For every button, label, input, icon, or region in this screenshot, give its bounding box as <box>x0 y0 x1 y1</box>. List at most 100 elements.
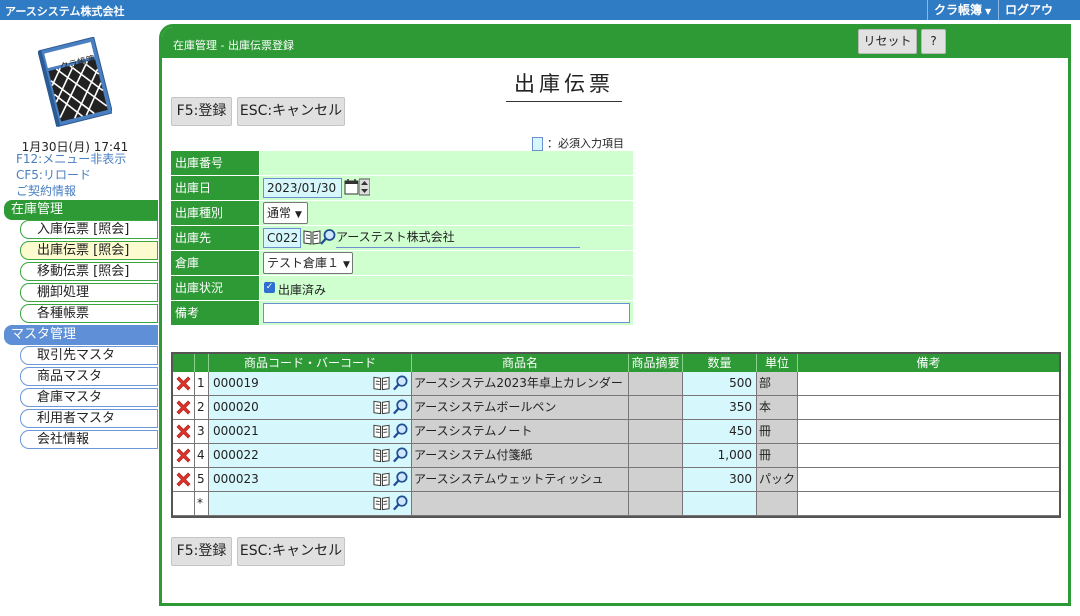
unit-cell: パック <box>757 468 798 492</box>
quantity-cell[interactable]: 450 <box>683 420 757 444</box>
nav-user-master[interactable]: 利用者マスタ <box>20 409 158 428</box>
cancel-button-bottom[interactable]: ESC:キャンセル <box>237 537 345 566</box>
book-lookup-icon[interactable] <box>373 398 390 416</box>
warehouse-label: 倉庫 <box>171 251 259 275</box>
product-name-cell: アースシステムウェットティッシュ <box>412 468 629 492</box>
delete-row-icon[interactable] <box>175 471 192 488</box>
note-label: 備考 <box>171 301 259 325</box>
warehouse-select[interactable]: テスト倉庫１ ▼ <box>263 252 353 274</box>
note-input[interactable] <box>263 303 630 323</box>
main-panel: 在庫管理 - 出庫伝票登録 リセット ? 出庫伝票 F5:登録 ESC:キャンセ… <box>159 24 1071 606</box>
grid-header-unit: 単位 <box>757 354 798 372</box>
date-stepper-icon[interactable] <box>359 178 370 196</box>
delete-row-icon[interactable] <box>175 375 192 392</box>
product-name-cell: アースシステム付箋紙 <box>412 444 629 468</box>
search-icon[interactable] <box>392 494 409 512</box>
nav-reports[interactable]: 各種帳票 <box>20 304 158 323</box>
product-code-cell[interactable]: 000020 <box>209 396 412 420</box>
product-code-value: 000022 <box>213 448 259 462</box>
product-code-cell[interactable]: 000021 <box>209 420 412 444</box>
row-note-cell[interactable] <box>798 396 1059 420</box>
search-icon[interactable] <box>392 446 409 464</box>
delete-row-icon[interactable] <box>175 447 192 464</box>
inventory-section-header: 在庫管理 <box>4 200 158 220</box>
search-icon[interactable] <box>392 470 409 488</box>
nav-company-info[interactable]: 会社情報 <box>20 430 158 449</box>
chevron-down-icon: ▼ <box>343 260 350 270</box>
sidebar: クラ帳簿 1月30日(月) 17:41 F12:メニュー非表示 CF5:リロード… <box>0 20 160 616</box>
product-summary-cell <box>629 396 683 420</box>
product-code-cell[interactable]: 000019 <box>209 372 412 396</box>
search-icon[interactable] <box>392 374 409 392</box>
quantity-cell[interactable] <box>683 492 757 516</box>
toggle-menu-link[interactable]: F12:メニュー非表示 <box>16 150 126 167</box>
search-icon[interactable] <box>392 422 409 440</box>
book-lookup-icon[interactable] <box>373 446 390 464</box>
product-summary-cell <box>629 444 683 468</box>
quantity-cell[interactable]: 1,000 <box>683 444 757 468</box>
shipping-date-input[interactable]: 2023/01/30 <box>263 178 342 198</box>
quantity-cell[interactable]: 300 <box>683 468 757 492</box>
search-icon[interactable] <box>319 228 337 246</box>
nav-client-master[interactable]: 取引先マスタ <box>20 346 158 365</box>
logout-button[interactable]: ログアウト <box>998 0 1070 37</box>
nav-shipping-slip[interactable]: 出庫伝票 [照会] <box>20 241 158 260</box>
shipped-checkbox[interactable]: ✓ <box>264 282 275 293</box>
product-code-value: 000023 <box>213 472 259 486</box>
delete-row-icon[interactable] <box>175 423 192 440</box>
row-note-cell[interactable] <box>798 372 1059 396</box>
row-note-cell[interactable] <box>798 444 1059 468</box>
row-note-cell[interactable] <box>798 492 1059 516</box>
nav-stocktaking[interactable]: 棚卸処理 <box>20 283 158 302</box>
delete-cell <box>173 468 195 492</box>
register-button-top[interactable]: F5:登録 <box>171 97 232 126</box>
unit-cell <box>757 492 798 516</box>
status-label: 出庫状況 <box>171 276 259 300</box>
delete-cell <box>173 420 195 444</box>
product-summary-cell <box>629 420 683 444</box>
grid-header-no <box>195 354 209 372</box>
cancel-button-top[interactable]: ESC:キャンセル <box>237 97 345 126</box>
product-code-cell[interactable]: 000023 <box>209 468 412 492</box>
product-code-value: 000021 <box>213 424 259 438</box>
book-lookup-icon[interactable] <box>373 374 390 392</box>
product-summary-cell <box>629 492 683 516</box>
unit-cell: 本 <box>757 396 798 420</box>
shipping-type-row: 出庫種別 通常 ▼ <box>171 201 633 225</box>
row-note-cell[interactable] <box>798 420 1059 444</box>
required-legend-text: ：必須入力項目 <box>547 137 624 150</box>
shipping-type-select[interactable]: 通常 ▼ <box>263 202 308 224</box>
nav-product-master[interactable]: 商品マスタ <box>20 367 158 386</box>
register-button-bottom[interactable]: F5:登録 <box>171 537 232 566</box>
quantity-cell[interactable]: 350 <box>683 396 757 420</box>
panel-header: 在庫管理 - 出庫伝票登録 リセット ? <box>162 27 1068 58</box>
product-code-cell[interactable] <box>209 492 412 516</box>
shipping-date-label: 出庫日 <box>171 176 259 200</box>
search-icon[interactable] <box>392 398 409 416</box>
contract-info-link[interactable]: ご契約情報 <box>16 182 76 199</box>
master-section-header: マスタ管理 <box>4 325 158 345</box>
quantity-cell[interactable]: 500 <box>683 372 757 396</box>
row-note-cell[interactable] <box>798 468 1059 492</box>
kura-menu-button[interactable]: クラ帳簿 ▼ <box>927 0 998 20</box>
nav-receiving-slip[interactable]: 入庫伝票 [照会] <box>20 220 158 239</box>
product-summary-cell <box>629 372 683 396</box>
nav-transfer-slip[interactable]: 移動伝票 [照会] <box>20 262 158 281</box>
product-summary-cell <box>629 468 683 492</box>
reload-link[interactable]: CF5:リロード <box>16 166 91 183</box>
destination-code-input[interactable]: C022 <box>263 228 301 248</box>
shipping-number-value <box>260 151 633 175</box>
delete-cell <box>173 444 195 468</box>
shipping-number-row: 出庫番号 <box>171 151 633 175</box>
product-code-cell[interactable]: 000022 <box>209 444 412 468</box>
product-name-cell <box>412 492 629 516</box>
book-lookup-icon[interactable] <box>373 470 390 488</box>
delete-row-icon[interactable] <box>175 399 192 416</box>
kura-book-logo-icon[interactable]: クラ帳簿 <box>38 37 112 127</box>
help-button[interactable]: ? <box>921 29 946 54</box>
book-lookup-icon[interactable] <box>373 422 390 440</box>
nav-warehouse-master[interactable]: 倉庫マスタ <box>20 388 158 407</box>
reset-button[interactable]: リセット <box>858 29 917 54</box>
caret-down-icon: ▼ <box>985 7 992 16</box>
book-lookup-icon[interactable] <box>373 494 390 512</box>
